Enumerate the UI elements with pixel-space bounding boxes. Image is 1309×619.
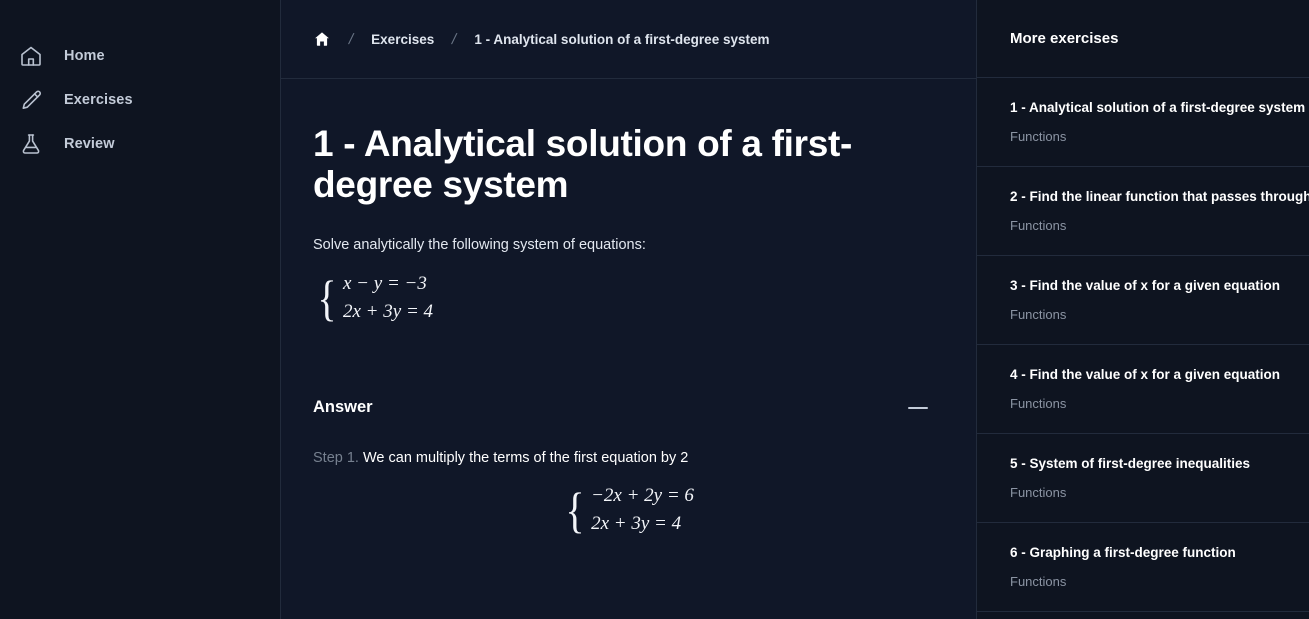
exercise-category: Functions	[1010, 129, 1067, 145]
main-content: / Exercises / 1 - Analytical solution of…	[281, 0, 977, 619]
exercise-title: 1 - Analytical solution of a first-degre…	[1010, 99, 1306, 115]
answer-toggle[interactable]: Answer	[313, 398, 944, 417]
exercise-prompt: Solve analytically the following system …	[313, 236, 646, 253]
app-root: Home Exercises Review / Exercises / 1 - …	[0, 0, 1309, 619]
exercise-title: 4 - Find the value of x for a given equa…	[1010, 366, 1281, 382]
more-exercises-header: More exercises	[977, 0, 1309, 78]
flask-icon	[18, 131, 44, 157]
equation-line: 2x + 3y = 4	[591, 513, 682, 535]
breadcrumb: / Exercises / 1 - Analytical solution of…	[281, 0, 976, 79]
exercise-title: 5 - System of first-degree inequalities	[1010, 455, 1251, 471]
equation-line: −2x + 2y = 6	[591, 485, 694, 507]
page-title: 1 - Analytical solution of a first-degre…	[313, 123, 853, 206]
exercise-title: 6 - Graphing a first-degree function	[1010, 544, 1236, 560]
exercise-category: Functions	[1010, 218, 1067, 234]
exercise-list-item[interactable]: 6 - Graphing a first-degree function Fun…	[977, 523, 1309, 612]
exercise-body: 1 - Analytical solution of a first-degre…	[281, 79, 976, 619]
step-equation-system: { −2x + 2y = 6 2x + 3y = 4	[313, 482, 944, 538]
sidebar-item-exercises[interactable]: Exercises	[0, 78, 280, 122]
answer-step-1: Step 1. We can multiply the terms of the…	[313, 450, 944, 466]
exercise-list-item[interactable]: 3 - Find the value of x for a given equa…	[977, 256, 1309, 345]
equation-line: x − y = −3	[343, 272, 427, 294]
exercise-list-item[interactable]: 2 - Find the linear function that passes…	[977, 167, 1309, 256]
answer-heading: Answer	[313, 398, 373, 417]
exercise-list-item[interactable]: 4 - Find the value of x for a given equa…	[977, 345, 1309, 434]
answer-section: Answer Step 1. We can multiply the terms…	[313, 398, 944, 538]
breadcrumb-separator: /	[450, 30, 459, 48]
exercise-list-item[interactable]: 5 - System of first-degree inequalities …	[977, 434, 1309, 523]
system-brace: {	[317, 269, 337, 326]
exercise-title: 3 - Find the value of x for a given equa…	[1010, 277, 1281, 293]
more-exercises-panel: More exercises 1 - Analytical solution o…	[977, 0, 1309, 619]
pencil-icon	[18, 87, 44, 113]
exercise-category: Functions	[1010, 307, 1067, 323]
exercise-title: 2 - Find the linear function that passes…	[1010, 188, 1309, 204]
sidebar-item-home[interactable]: Home	[0, 34, 280, 78]
system-brace: {	[565, 482, 585, 539]
exercise-list-item[interactable]: 1 - Analytical solution of a first-degre…	[977, 78, 1309, 167]
sidebar: Home Exercises Review	[0, 0, 281, 619]
equation-line: 2x + 3y = 4	[343, 300, 434, 322]
sidebar-item-label: Review	[64, 136, 115, 152]
breadcrumb-link-exercises[interactable]: Exercises	[371, 32, 434, 47]
panel-title: More exercises	[1010, 30, 1119, 47]
problem-equation-system: { x − y = −3 2x + 3y = 4	[315, 270, 944, 326]
sidebar-item-label: Home	[64, 48, 105, 64]
exercise-category: Functions	[1010, 485, 1067, 501]
exercise-category: Functions	[1010, 574, 1067, 590]
breadcrumb-separator: /	[347, 30, 355, 48]
home-icon	[18, 43, 44, 69]
breadcrumb-current: 1 - Analytical solution of a first-degre…	[474, 31, 770, 47]
breadcrumb-home-icon[interactable]	[313, 30, 331, 48]
sidebar-item-review[interactable]: Review	[0, 122, 280, 166]
exercise-category: Functions	[1010, 396, 1067, 412]
sidebar-item-label: Exercises	[64, 92, 133, 108]
step-text: We can multiply the terms of the first e…	[362, 450, 689, 467]
minus-icon[interactable]	[908, 406, 928, 409]
step-label: Step 1.	[313, 450, 359, 467]
